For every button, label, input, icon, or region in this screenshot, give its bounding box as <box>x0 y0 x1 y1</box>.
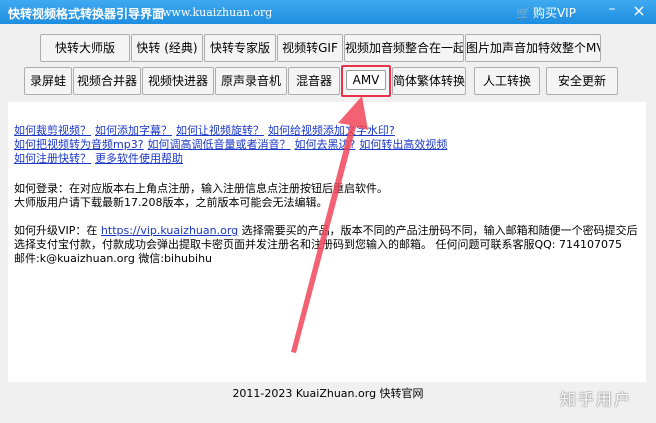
btn-mixer[interactable]: 混音器 <box>288 67 340 95</box>
btn-image-audio-mv[interactable]: 图片加声音加特效整个MV <box>465 34 601 62</box>
window-url: www.kuaizhuan.org <box>162 6 273 19</box>
btn-video-to-gif[interactable]: 视频转GIF <box>277 34 343 62</box>
help-panel: 如何裁剪视频？ 如何添加字幕？ 如何让视频旋转？ 如何给视频添加文字水印? 如何把视频… <box>8 102 646 382</box>
amv-highlight: AMV <box>341 65 391 97</box>
cart-icon: 🛒 <box>516 6 531 20</box>
buy-vip-label: 购买VIP <box>532 6 576 20</box>
help-link[interactable]: 如何给视频添加文字水印? <box>268 124 395 137</box>
help-link[interactable]: 如何转出高效视频 <box>359 138 447 151</box>
btn-manual-convert[interactable]: 人工转换 <box>474 67 540 95</box>
btn-amv[interactable]: AMV <box>346 70 386 90</box>
help-links: 如何裁剪视频？ 如何添加字幕？ 如何让视频旋转？ 如何给视频添加文字水印? 如何把视频… <box>14 124 644 166</box>
watermark: 知乎用户 <box>560 390 633 409</box>
btn-audio-recorder[interactable]: 原声录音机 <box>215 67 287 95</box>
help-link[interactable]: 如何裁剪视频？ <box>14 124 91 137</box>
btn-video-audio-merge[interactable]: 视频加音频整合在一起 <box>344 34 464 62</box>
window-title: 快转视频格式转换器引导界面 <box>8 7 165 21</box>
upgrade-instructions: 如何升级VIP：在 https://vip.kuaizhuan.org 选择需要… <box>14 224 644 266</box>
help-link[interactable]: 如何把视频转为音频mp3? <box>14 138 144 151</box>
btn-video-merger[interactable]: 视频合并器 <box>73 67 141 95</box>
help-link[interactable]: 如何让视频旋转？ <box>176 124 264 137</box>
login-line: 如何登录：在对应版本右上角点注册，输入注册信息点注册按钮后重启软件。 <box>14 182 388 195</box>
btn-simp-trad-convert[interactable]: 简体繁体转换 <box>392 67 466 95</box>
help-link[interactable]: 如何添加字幕？ <box>95 124 172 137</box>
help-link[interactable]: 如何去黑边? <box>295 138 356 151</box>
buy-vip-button[interactable]: 🛒 购买VIP <box>516 4 576 21</box>
btn-expert-edition[interactable]: 快转专家版 <box>204 34 276 62</box>
title-bar: 快转视频格式转换器引导界面 www.kuaizhuan.org 🛒 购买VIP –… <box>0 0 656 24</box>
footer-text: 2011-2023 KuaiZhuan.org 快转官网 <box>232 387 424 400</box>
close-button[interactable]: × <box>630 2 648 20</box>
help-link[interactable]: 如何注册快转？ <box>14 152 91 165</box>
login-line: 大师版用户请下载最新17.208版本，之前版本可能会无法编辑。 <box>14 196 328 209</box>
help-link[interactable]: 更多软件使用帮助 <box>95 152 183 165</box>
vip-link[interactable]: https://vip.kuaizhuan.org <box>101 224 238 237</box>
login-instructions: 如何登录：在对应版本右上角点注册，输入注册信息点注册按钮后重启软件。 大师版用户… <box>14 182 644 210</box>
btn-video-speedup[interactable]: 视频快进器 <box>142 67 214 95</box>
contact-info: 邮件:k@kuaizhuan.org 微信:bihubihu <box>14 252 213 265</box>
btn-master-edition[interactable]: 快转大师版 <box>40 34 130 62</box>
help-link[interactable]: 如何调高调低音量或者消音？ <box>148 138 291 151</box>
btn-screen-recorder[interactable]: 录屏蛙 <box>24 67 72 95</box>
upgrade-prefix: 如何升级VIP：在 <box>14 224 98 237</box>
btn-classic-edition[interactable]: 快转 (经典) <box>131 34 203 62</box>
minimize-button[interactable]: – <box>603 2 621 20</box>
btn-security-update[interactable]: 安全更新 <box>546 67 618 95</box>
